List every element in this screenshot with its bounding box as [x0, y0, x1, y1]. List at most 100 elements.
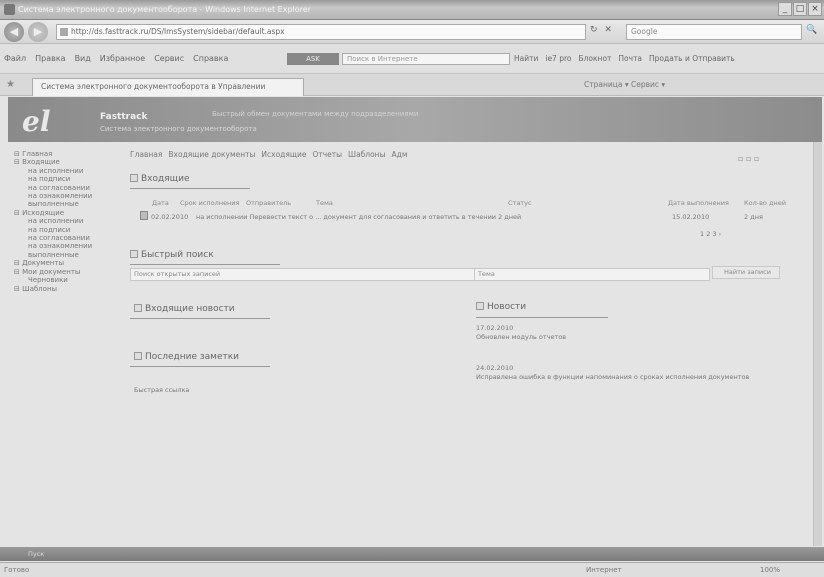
nav-home[interactable]: Главная [130, 150, 162, 159]
nav-incoming[interactable]: Входящие документы [168, 150, 255, 159]
nav-reports[interactable]: Отчеты [312, 150, 342, 159]
url-text: http://ds.fasttrack.ru/DS/lmsSystem/side… [71, 27, 285, 36]
sidebar-item[interactable]: ⊟ Исходящие [8, 209, 123, 217]
query-input[interactable]: Поиск открытых записей [130, 268, 490, 281]
brand-name: Fasttrack [100, 112, 148, 122]
menu-bar: Файл Правка Вид Избранное Сервис Справка… [0, 44, 824, 74]
top-right-icons[interactable]: ▫ ▫ ▫ [738, 154, 759, 163]
taskbar: Пуск [0, 547, 824, 561]
row-days: 2 дня [744, 213, 763, 221]
minimize-button[interactable]: _ [778, 2, 792, 16]
zoom-level[interactable]: 100% [760, 566, 780, 574]
col-status[interactable]: Статус [508, 199, 532, 207]
sidebar-item[interactable]: на подписи [8, 175, 123, 183]
security-zone: Интернет [586, 566, 622, 574]
toolbar-notepad[interactable]: Блокнот [578, 54, 611, 63]
sidebar-item[interactable]: выполненные [8, 251, 123, 259]
address-bar: ◀ ▶ http://ds.fasttrack.ru/DS/lmsSystem/… [0, 20, 824, 44]
toolbar-send[interactable]: Продать и Отправить [649, 54, 735, 63]
news-underline [476, 317, 608, 318]
col-days[interactable]: Кол-во дней [744, 199, 786, 207]
status-text: Готово [4, 566, 30, 574]
sidebar-item[interactable]: ⊟ Главная [8, 150, 123, 158]
favorites-star-icon[interactable]: ★ [6, 79, 15, 90]
top-nav: Главная Входящие документы Исходящие Отч… [130, 150, 407, 159]
pager[interactable]: 1 2 3 › [700, 230, 721, 238]
ie-icon [4, 4, 15, 15]
ask-search-input[interactable]: Поиск в Интернете [342, 53, 510, 65]
quick-link[interactable]: Быстрая ссылка [134, 386, 189, 395]
sidebar-item[interactable]: на подписи [8, 226, 123, 234]
quick-search-title: Быстрый поиск [130, 250, 214, 260]
window-controls: _ □ × [778, 2, 822, 16]
menu-edit[interactable]: Правка [35, 54, 65, 63]
menu-tools[interactable]: Сервис [154, 54, 184, 63]
incoming-news-title: Входящие новости [134, 304, 235, 314]
row-date[interactable]: 02.02.2010 [151, 213, 188, 221]
ask-toolbar-logo[interactable]: ASK [287, 53, 339, 65]
menu-items: Файл Правка Вид Избранное Сервис Справка [4, 54, 228, 63]
sidebar-item[interactable]: ⊟ Документы [8, 259, 123, 267]
back-button[interactable]: ◀ [4, 22, 24, 42]
search-section-icon [130, 250, 138, 258]
news-box-icon [134, 304, 142, 312]
toolbar-find[interactable]: Найти [514, 54, 538, 63]
nav-outgoing[interactable]: Исходящие [261, 150, 306, 159]
topic-field[interactable]: Тема [474, 268, 710, 281]
last-notes-title: Последние заметки [134, 352, 239, 362]
sidebar-item[interactable]: Черновики [8, 276, 123, 284]
menu-favorites[interactable]: Избранное [100, 54, 145, 63]
news-text-1: Обновлен модуль отчетов [476, 333, 567, 341]
url-field[interactable]: http://ds.fasttrack.ru/DS/lmsSystem/side… [56, 24, 586, 40]
page-tools-menu[interactable]: Страница ▾ Сервис ▾ [584, 80, 665, 89]
sidebar-item[interactable]: ⊟ Мои документы [8, 268, 123, 276]
doc-icon [140, 211, 148, 220]
news-item-2[interactable]: 24.02.2010 Исправлена ошибка в функции н… [476, 364, 749, 382]
col-date[interactable]: Дата [152, 199, 169, 207]
col-due[interactable]: Срок исполнения [180, 199, 239, 207]
news-text-2: Исправлена ошибка в функции напоминания … [476, 373, 750, 381]
search-icon[interactable]: 🔍 [806, 25, 817, 35]
search-input[interactable]: Google [626, 24, 802, 40]
sidebar-item[interactable]: на исполнении [8, 217, 123, 225]
maximize-button[interactable]: □ [793, 2, 807, 16]
window-title: Система электронного документооборота - … [18, 5, 311, 14]
sidebar-item[interactable]: на ознакомлении [8, 242, 123, 250]
tab-active[interactable]: Система электронного документооборота в … [32, 78, 304, 96]
brand-motto: Система электронного документооборота [100, 125, 257, 133]
news-title: Новости [476, 302, 526, 312]
start-button[interactable]: Пуск [28, 550, 44, 558]
sidebar-item[interactable]: ⊟ Входящие [8, 158, 123, 166]
menu-view[interactable]: Вид [75, 54, 91, 63]
last-notes-underline [130, 366, 270, 367]
sidebar-item[interactable]: ⊟ Шаблоны [8, 285, 123, 293]
nav-templates[interactable]: Шаблоны [348, 150, 385, 159]
vertical-scrollbar[interactable] [813, 142, 822, 546]
reload-stop-icons[interactable]: ↻ ✕ [590, 25, 614, 35]
menu-help[interactable]: Справка [193, 54, 228, 63]
col-done-date[interactable]: Дата выполнения [668, 199, 729, 207]
incoming-news-underline [130, 318, 270, 319]
col-sender[interactable]: Отправитель [246, 199, 291, 207]
find-records-button[interactable]: Найти записи [712, 266, 780, 279]
row-subject[interactable]: на исполнении Перевести текст о ... доку… [196, 213, 521, 221]
sidebar-item[interactable]: на ознакомлении [8, 192, 123, 200]
menu-file[interactable]: Файл [4, 54, 26, 63]
news-icon [476, 302, 484, 310]
status-bar: Готово Интернет 100% [0, 562, 824, 577]
row-due: 15.02.2010 [672, 213, 710, 221]
window-titlebar: Система электронного документооборота - … [0, 0, 824, 20]
sidebar-item[interactable]: выполненные [8, 200, 123, 208]
close-button[interactable]: × [808, 2, 822, 16]
sidebar-item[interactable]: на исполнении [8, 167, 123, 175]
toolbar-mail[interactable]: Почта [618, 54, 642, 63]
sidebar-item[interactable]: на согласовании [8, 184, 123, 192]
news-date-1: 17.02.2010 [476, 324, 514, 332]
nav-admin[interactable]: Адм [392, 150, 408, 159]
forward-button[interactable]: ▶ [28, 22, 48, 42]
col-topic[interactable]: Тема [316, 199, 333, 207]
toolbar-ie7pro[interactable]: ie7 pro [545, 54, 571, 63]
page-icon [60, 28, 68, 36]
sidebar-item[interactable]: на согласовании [8, 234, 123, 242]
news-item-1[interactable]: 17.02.2010 Обновлен модуль отчетов [476, 324, 566, 342]
